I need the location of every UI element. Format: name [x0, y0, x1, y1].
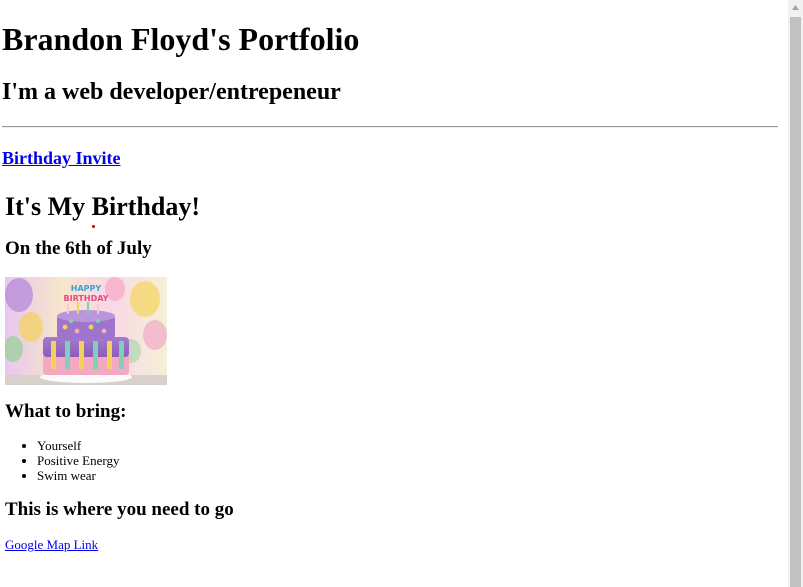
bring-title: What to bring:	[5, 401, 127, 422]
invite-frame: It's My Birthday! On the 6th of July HAP…	[5, 186, 788, 587]
portfolio-page: Brandon Floyd's Portfolio I'm a web deve…	[0, 0, 788, 587]
scrollbar-thumb[interactable]	[790, 17, 801, 587]
divider	[2, 126, 778, 128]
list-item: Yourself	[37, 438, 119, 453]
birthday-cake-image: HAPPY BIRTHDAY	[5, 277, 167, 385]
svg-text:HAPPY: HAPPY	[71, 284, 102, 293]
page-title: Brandon Floyd's Portfolio	[2, 21, 360, 57]
vertical-scrollbar[interactable]	[788, 0, 803, 587]
svg-text:BIRTHDAY: BIRTHDAY	[64, 294, 109, 303]
cursor-dot	[92, 225, 95, 228]
list-item: Positive Energy	[37, 453, 119, 468]
invite-title: It's My Birthday!	[5, 192, 200, 221]
scroll-up-arrow-icon[interactable]	[788, 0, 803, 15]
page-tagline: I'm a web developer/entrepeneur	[2, 79, 341, 105]
location-title: This is where you need to go	[5, 499, 234, 520]
google-map-link[interactable]: Google Map Link	[5, 537, 98, 552]
bring-list: Yourself Positive Energy Swim wear	[5, 438, 119, 483]
list-item: Swim wear	[37, 468, 119, 483]
birthday-invite-link[interactable]: Birthday Invite	[2, 147, 121, 169]
invite-date: On the 6th of July	[5, 238, 152, 259]
